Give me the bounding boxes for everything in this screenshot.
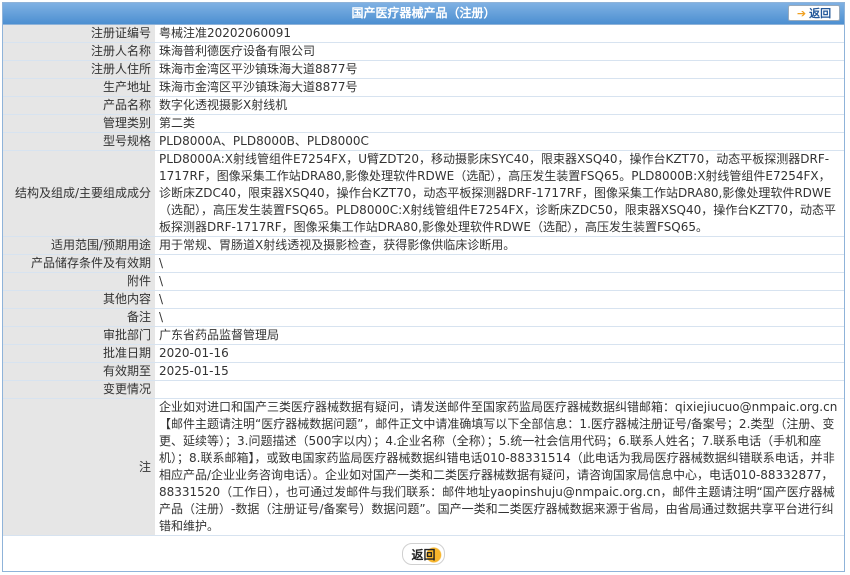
row-value: PLD8000A:X射线管组件E7254FX，U臂ZDT20，移动摄影床SYC4… [155, 150, 844, 237]
row-label: 产品储存条件及有效期 [3, 254, 155, 273]
table-row: 注册人名称 珠海普利德医疗设备有限公司 [3, 42, 844, 61]
row-label: 变更情况 [3, 380, 155, 399]
table-row: 产品名称 数字化透视摄影X射线机 [3, 96, 844, 115]
table-row: 产品储存条件及有效期 \ [3, 254, 844, 273]
row-label: 产品名称 [3, 96, 155, 115]
row-value: \ [155, 272, 844, 291]
table-row: 变更情况 [3, 380, 844, 399]
row-label: 生产地址 [3, 78, 155, 97]
table-row: 其他内容 \ [3, 290, 844, 309]
table-row: 注企业如对进口和国产三类医疗器械数据有疑问，请发送邮件至国家药监局医疗器械数据纠… [3, 398, 844, 536]
row-value: \ [155, 308, 844, 327]
table-row: 注册证编号 粤械注准20202060091 [3, 25, 844, 43]
row-value: 珠海市金湾区平沙镇珠海大道8877号 [155, 60, 844, 79]
table-row: 附件 \ [3, 272, 844, 291]
row-value: 珠海市金湾区平沙镇珠海大道8877号 [155, 78, 844, 97]
title-bar: 国产医疗器械产品（注册） ➔ 返回 [3, 3, 844, 25]
table-row: 注册人住所 珠海市金湾区平沙镇珠海大道8877号 [3, 60, 844, 79]
row-label: 管理类别 [3, 114, 155, 133]
row-value: 2025-01-15 [155, 362, 844, 381]
row-value: PLD8000A、PLD8000B、PLD8000C [155, 132, 844, 151]
table-row: 型号规格 PLD8000A、PLD8000B、PLD8000C [3, 132, 844, 151]
row-label: 备注 [3, 308, 155, 327]
table-row: 有效期至 2025-01-15 [3, 362, 844, 381]
footer: 返回 [3, 543, 844, 565]
table-row: 生产地址 珠海市金湾区平沙镇珠海大道8877号 [3, 78, 844, 97]
detail-panel: 国产医疗器械产品（注册） ➔ 返回 注册证编号 粤械注准20202060091 注… [2, 2, 845, 572]
row-value: \ [155, 254, 844, 273]
back-button-top[interactable]: ➔ 返回 [788, 5, 840, 21]
table-row: 备注 \ [3, 308, 844, 327]
row-value: 广东省药品监督管理局 [155, 326, 844, 345]
table-row: 适用范围/预期用途 用于常规、胃肠道X射线透视及摄影检查，获得影像供临床诊断用。 [3, 236, 844, 255]
row-label: 型号规格 [3, 132, 155, 151]
row-value: 第二类 [155, 114, 844, 133]
row-value: \ [155, 290, 844, 309]
row-value [155, 380, 844, 399]
table-row: 审批部门 广东省药品监督管理局 [3, 326, 844, 345]
row-value: 粤械注准20202060091 [155, 25, 844, 43]
table-row: 结构及组成/主要组成成分 PLD8000A:X射线管组件E7254FX，U臂ZDT… [3, 150, 844, 237]
row-label: 注册人名称 [3, 42, 155, 61]
table-row: 管理类别 第二类 [3, 114, 844, 133]
back-button-top-label: 返回 [809, 7, 832, 20]
back-button-bottom[interactable]: 返回 [402, 543, 445, 565]
row-value: 数字化透视摄影X射线机 [155, 96, 844, 115]
row-value: 2020-01-16 [155, 344, 844, 363]
row-label: 注 [3, 398, 155, 536]
row-value: 珠海普利德医疗设备有限公司 [155, 42, 844, 61]
row-value: 用于常规、胃肠道X射线透视及摄影检查，获得影像供临床诊断用。 [155, 236, 844, 255]
info-table: 注册证编号 粤械注准20202060091 注册人名称 珠海普利德医疗设备有限公司 … [3, 25, 844, 536]
row-label: 批准日期 [3, 344, 155, 363]
row-value: 企业如对进口和国产三类医疗器械数据有疑问，请发送邮件至国家药监局医疗器械数据纠错… [155, 398, 844, 536]
row-label: 有效期至 [3, 362, 155, 381]
row-label: 附件 [3, 272, 155, 291]
row-label: 注册证编号 [3, 25, 155, 43]
row-label: 注册人住所 [3, 60, 155, 79]
table-row: 批准日期 2020-01-16 [3, 344, 844, 363]
row-label: 适用范围/预期用途 [3, 236, 155, 255]
page-title: 国产医疗器械产品（注册） [351, 6, 496, 20]
back-arrow-icon: ➔ [796, 6, 807, 20]
row-label: 结构及组成/主要组成成分 [3, 150, 155, 237]
row-label: 其他内容 [3, 290, 155, 309]
row-label: 审批部门 [3, 326, 155, 345]
